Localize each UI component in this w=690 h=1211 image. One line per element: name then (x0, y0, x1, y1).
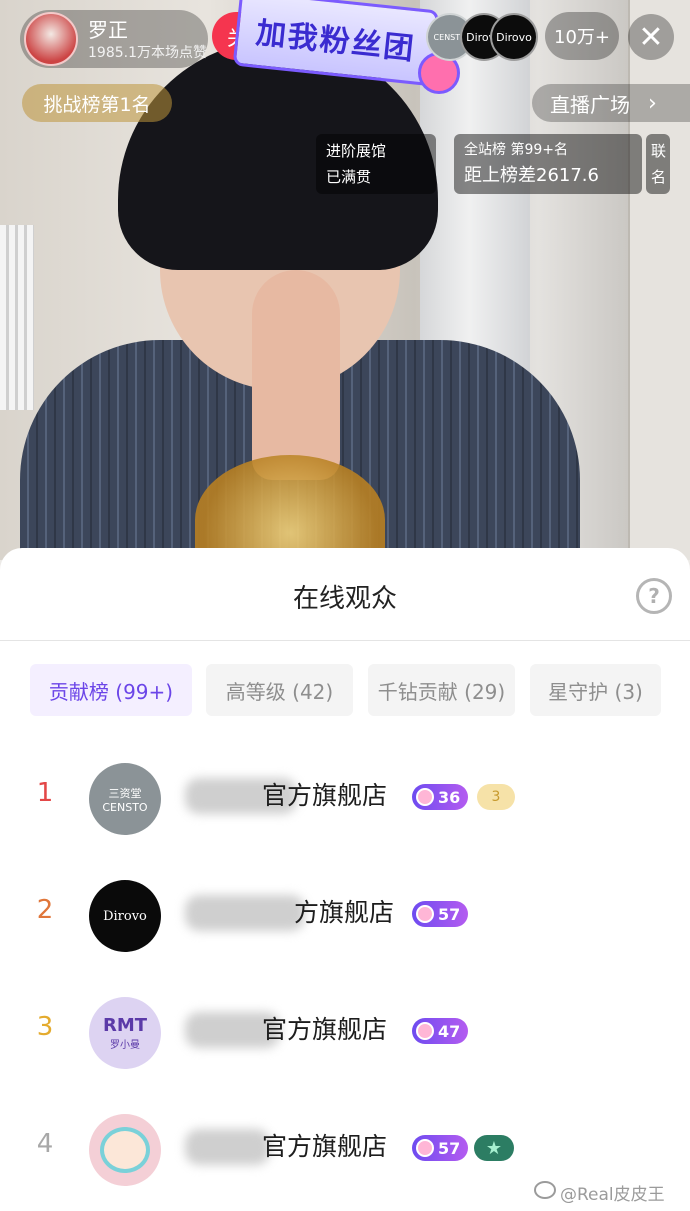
site-rank-line1: 全站榜 第99+名 (464, 142, 568, 158)
live-plaza-button[interactable]: 直播广场 › (532, 84, 690, 122)
user-name: 官方旗舰店 (262, 1132, 388, 1161)
streamer-hands (252, 270, 340, 480)
user-name: 方旗舰店 (294, 898, 395, 927)
gem-icon (416, 905, 434, 923)
live-video[interactable]: 罗正 1985.1万本场点赞 关注 加我粉丝团 CENSTO Dirovo Di… (0, 0, 690, 560)
name-blur (185, 1129, 270, 1165)
viewer-count[interactable]: 10万+ (545, 12, 619, 60)
avatar[interactable]: 三资堂 CENSTO (89, 763, 161, 835)
divider (0, 640, 690, 641)
close-icon[interactable]: ✕ (628, 14, 674, 60)
cartoon-avatar-icon (100, 1127, 150, 1173)
avatar[interactable]: RMT 罗小曼 (89, 997, 161, 1069)
level-badge: 47 (412, 1018, 469, 1044)
tab-thousand-diamond[interactable]: 千钻贡献 (29) (368, 664, 515, 716)
help-icon[interactable]: ? (636, 578, 672, 614)
host-likes: 1985.1万本场点赞 (88, 45, 207, 61)
star-badge-icon: ★ (474, 1135, 514, 1161)
gold-badge: 3 (477, 784, 515, 810)
watermark: @Real皮皮王 (560, 1185, 665, 1205)
rank-number: 3 (36, 1012, 54, 1042)
avatar-sub: CENSTO (102, 800, 148, 814)
level-badge: 57 (412, 901, 469, 927)
sheet-title: 在线观众 (292, 584, 397, 614)
list-item[interactable]: 2 Dirovo 方旗舰店 57 (0, 865, 690, 965)
tab-contribution[interactable]: 贡献榜 (99+) (30, 664, 192, 716)
tab-high-level[interactable]: 高等级 (42) (206, 664, 353, 716)
challenge-rank-badge[interactable]: 挑战榜第1名 (22, 84, 172, 122)
gem-icon (416, 1022, 434, 1040)
rank-number: 1 (36, 778, 54, 808)
rank-number: 2 (36, 895, 54, 925)
level-number: 57 (438, 1138, 461, 1158)
avatar-sub: 罗小曼 (110, 1040, 140, 1051)
user-name: 官方旗舰店 (262, 1015, 388, 1044)
host-avatar[interactable] (24, 12, 78, 66)
name-blur (185, 895, 305, 931)
rank-number: 4 (36, 1129, 54, 1159)
avatar-text: 三资堂 (108, 786, 142, 800)
host-name: 罗正 (88, 18, 128, 42)
user-name: 官方旗舰店 (262, 781, 388, 810)
gem-icon (416, 1139, 434, 1157)
level-number: 57 (438, 904, 461, 924)
level-badge: 57 (412, 1135, 469, 1161)
exhibit-line1: 进阶展馆 (326, 142, 387, 160)
avatar[interactable] (89, 1114, 161, 1186)
live-plaza-label: 直播广场 (550, 92, 630, 117)
avatar-text: RMT (102, 1015, 148, 1036)
audience-sheet: 在线观众 ? 贡献榜 (99+) 高等级 (42) 千钻贡献 (29) 星守护 … (0, 548, 690, 1211)
viewer-avatar[interactable]: Dirovo (490, 13, 538, 61)
level-number: 36 (438, 787, 461, 807)
tab-star-guard[interactable]: 星守护 (3) (530, 664, 661, 716)
exhibit-line2: 已满贯 (326, 168, 372, 186)
site-rank-line2: 距上榜差2617.6 (464, 165, 599, 186)
avatar[interactable]: Dirovo (89, 880, 161, 952)
site-rank-box[interactable]: 全站榜 第99+名 距上榜差2617.6 (454, 134, 642, 194)
link-box[interactable]: 联名 (646, 134, 670, 194)
level-badge: 36 (412, 784, 469, 810)
avatar-text: Dirovo (103, 908, 147, 924)
exhibit-hall-box[interactable]: 进阶展馆 已满贯 (316, 134, 436, 194)
radiator (0, 225, 34, 410)
list-item[interactable]: 3 RMT 罗小曼 官方旗舰店 47 (0, 982, 690, 1082)
gem-icon (416, 788, 434, 806)
chevron-right-icon: › (648, 90, 657, 116)
weibo-icon (534, 1181, 556, 1199)
level-number: 47 (438, 1021, 461, 1041)
list-item[interactable]: 1 三资堂 CENSTO 官方旗舰店 36 3 (0, 748, 690, 848)
